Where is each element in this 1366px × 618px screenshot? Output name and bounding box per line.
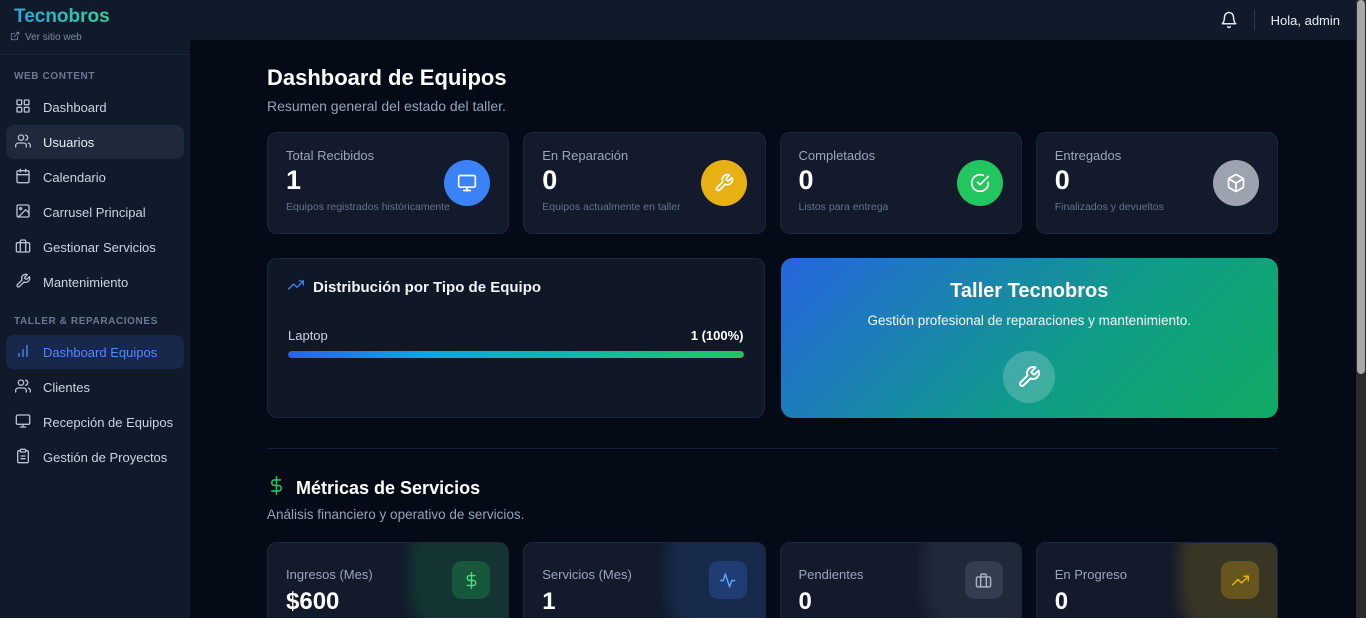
sidebar-item-label: Recepción de Equipos xyxy=(43,414,174,430)
distribution-bar-fill xyxy=(288,351,744,358)
distribution-row-label: Laptop xyxy=(288,328,328,343)
trending-up-icon xyxy=(1221,561,1259,599)
bar-chart-icon xyxy=(15,343,31,362)
section-divider xyxy=(267,448,1278,449)
dollar-icon xyxy=(267,476,286,500)
check-circle-icon xyxy=(956,160,1003,206)
promo-card: Taller Tecnobros Gestión profesional de … xyxy=(780,258,1278,418)
sidebar-item-label: Dashboard Equipos xyxy=(43,344,158,360)
sidebar-item-gestionar-servicios[interactable]: Gestionar Servicios xyxy=(6,230,184,264)
promo-title: Taller Tecnobros xyxy=(950,280,1109,302)
user-greeting[interactable]: Hola, admin xyxy=(1271,13,1340,28)
sidebar-item-label: Calendario xyxy=(43,169,106,185)
image-icon xyxy=(15,203,31,222)
monitor-icon xyxy=(15,413,31,432)
sidebar-item-label: Clientes xyxy=(43,379,90,395)
charts-row: Distribución por Tipo de Equipo Laptop 1… xyxy=(267,258,1278,418)
monitor-icon xyxy=(444,160,491,206)
metric-card-servicios: Servicios (Mes) 1 xyxy=(523,542,766,618)
grid-icon xyxy=(15,98,31,117)
bell-icon[interactable] xyxy=(1220,11,1238,29)
users-icon xyxy=(15,378,31,397)
scrollbar-track[interactable] xyxy=(1356,0,1366,618)
topbar-divider xyxy=(1253,10,1255,30)
page-title: Dashboard de Equipos xyxy=(267,65,507,90)
sidebar-item-label: Mantenimiento xyxy=(43,274,129,290)
view-site-label: Ver sitio web xyxy=(25,32,82,43)
activity-icon xyxy=(708,561,747,599)
wrench-icon xyxy=(15,273,31,292)
metrics-title: Métricas de Servicios xyxy=(296,477,481,498)
topbar: Hola, admin xyxy=(190,0,1356,40)
sidebar-item-mantenimiento[interactable]: Mantenimiento xyxy=(6,265,184,299)
distribution-title: Distribución por Tipo de Equipo xyxy=(313,279,542,296)
view-site-link[interactable]: Ver sitio web xyxy=(10,31,190,44)
sidebar-item-gestion-de-proyectos[interactable]: Gestión de Proyectos xyxy=(6,440,184,474)
page-subtitle: Resumen general del estado del taller. xyxy=(267,98,506,114)
sidebar-item-dashboard[interactable]: Dashboard xyxy=(6,90,184,124)
metrics-subtitle: Análisis financiero y operativo de servi… xyxy=(267,507,525,522)
sidebar-item-dashboard-equipos[interactable]: Dashboard Equipos xyxy=(6,335,184,369)
metrics-cards-row: Ingresos (Mes) $600 Servicios (Mes) 1 Pe… xyxy=(267,542,1278,618)
sidebar-item-usuarios[interactable]: Usuarios xyxy=(6,125,184,159)
distribution-card: Distribución por Tipo de Equipo Laptop 1… xyxy=(267,258,765,418)
main-content: Dashboard de Equipos Resumen general del… xyxy=(190,40,1356,618)
promo-subtitle: Gestión profesional de reparaciones y ma… xyxy=(867,313,1191,328)
distribution-row-value: 1 (100%) xyxy=(690,328,744,343)
sidebar-item-calendario[interactable]: Calendario xyxy=(6,160,184,194)
metric-card-pendientes: Pendientes 0 xyxy=(779,542,1022,618)
external-link-icon xyxy=(10,31,20,44)
distribution-row: Laptop 1 (100%) xyxy=(288,328,744,343)
sidebar-item-label: Carrusel Principal xyxy=(43,204,146,220)
sidebar-item-recepcion-de-equipos[interactable]: Recepción de Equipos xyxy=(6,405,184,439)
sidebar: Tecnobros Ver sitio web WEB CONTENT Dash… xyxy=(0,0,190,618)
wrench-icon xyxy=(700,160,747,206)
calendar-icon xyxy=(15,168,31,187)
trending-up-icon xyxy=(288,277,304,298)
users-icon xyxy=(15,133,31,152)
sidebar-section-web-content: WEB CONTENT xyxy=(14,71,96,82)
briefcase-icon xyxy=(964,561,1003,599)
package-icon xyxy=(1213,160,1259,206)
clipboard-icon xyxy=(15,448,31,467)
metric-card-ingresos: Ingresos (Mes) $600 xyxy=(267,542,510,618)
stat-card-total-recibidos: Total Recibidos 1 Equipos registrados hi… xyxy=(267,132,510,234)
scrollbar-thumb[interactable] xyxy=(1357,0,1365,374)
briefcase-icon xyxy=(15,238,31,257)
sidebar-section-taller: TALLER & REPARACIONES xyxy=(14,316,158,327)
stat-card-completados: Completados 0 Listos para entrega xyxy=(779,132,1022,234)
stat-card-entregados: Entregados 0 Finalizados y devueltos xyxy=(1035,132,1278,234)
stat-card-en-reparacion: En Reparación 0 Equipos actualmente en t… xyxy=(523,132,766,234)
sidebar-item-carrusel-principal[interactable]: Carrusel Principal xyxy=(6,195,184,229)
dollar-icon xyxy=(452,561,491,599)
sidebar-item-label: Dashboard xyxy=(43,99,107,115)
stat-cards-row: Total Recibidos 1 Equipos registrados hi… xyxy=(267,132,1278,234)
distribution-bar-track xyxy=(288,351,744,358)
brand-title[interactable]: Tecnobros xyxy=(14,6,110,28)
sidebar-item-label: Usuarios xyxy=(43,134,95,150)
metric-card-en-progreso: En Progreso 0 xyxy=(1035,542,1278,618)
sidebar-item-clientes[interactable]: Clientes xyxy=(6,370,184,404)
wrench-icon xyxy=(1003,351,1056,403)
sidebar-item-label: Gestionar Servicios xyxy=(43,239,156,255)
sidebar-item-label: Gestión de Proyectos xyxy=(43,449,168,465)
